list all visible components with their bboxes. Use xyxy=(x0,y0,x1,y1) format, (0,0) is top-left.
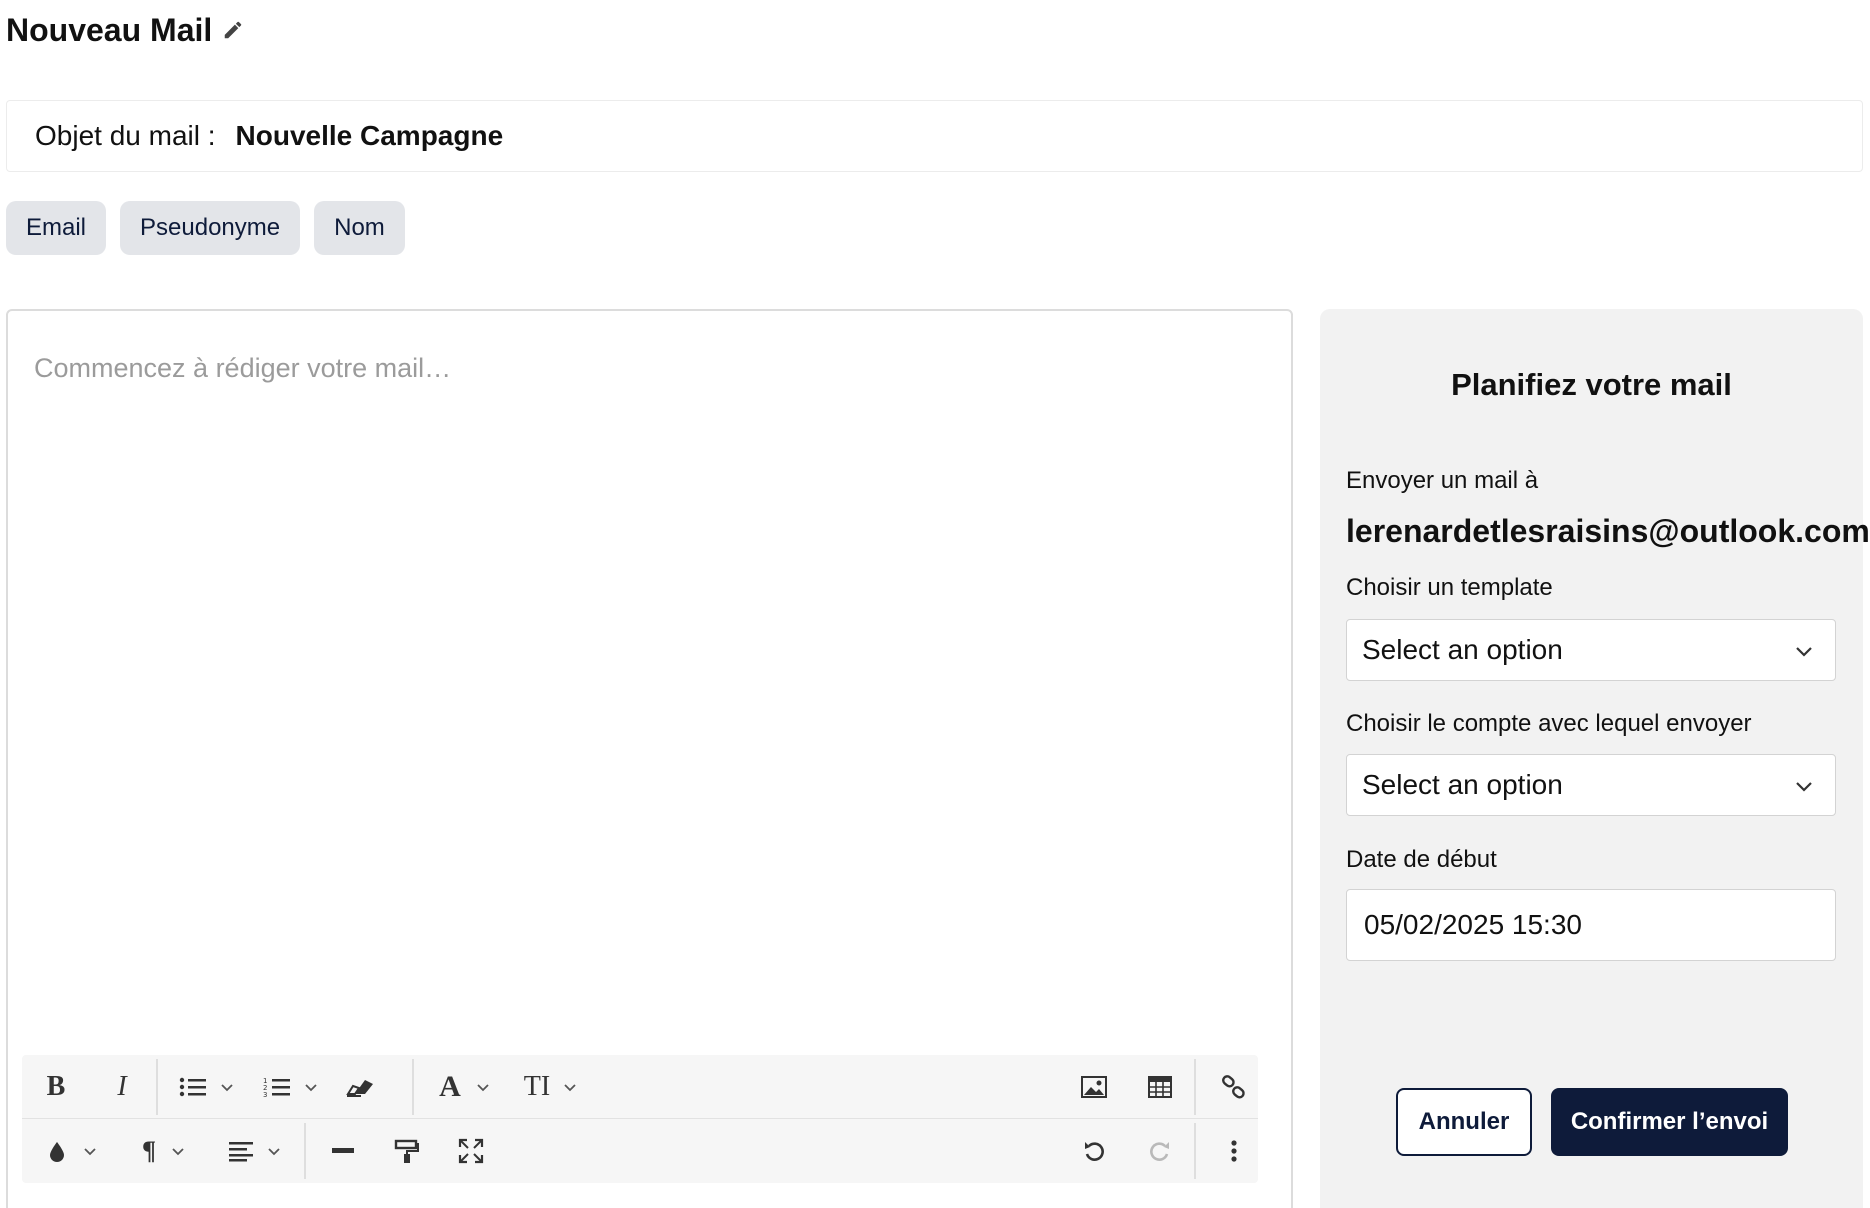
link-icon[interactable] xyxy=(1214,1067,1254,1107)
toolbar-divider xyxy=(304,1123,306,1179)
color-drop-icon[interactable] xyxy=(38,1131,108,1171)
align-icon[interactable] xyxy=(220,1131,290,1171)
chevron-down-icon xyxy=(172,1148,184,1156)
format-painter-icon[interactable] xyxy=(382,1131,432,1171)
new-mail-page: Nouveau Mail Objet du mail : Nouvelle Ca… xyxy=(0,0,1870,1208)
image-icon[interactable] xyxy=(1074,1067,1114,1107)
variable-chips: Email Pseudonyme Nom xyxy=(6,201,405,255)
pencil-icon[interactable] xyxy=(222,19,246,43)
font-icon[interactable]: A xyxy=(430,1067,500,1107)
chevron-down-icon xyxy=(477,1084,489,1092)
toolbar-row-2: ¶ xyxy=(22,1119,1258,1183)
toolbar-divider xyxy=(1194,1123,1196,1179)
bold-glyph: B xyxy=(46,1071,66,1102)
horizontal-rule-icon[interactable] xyxy=(318,1131,368,1171)
title-row: Nouveau Mail xyxy=(6,12,246,49)
start-date-input[interactable]: 05/02/2025 15:30 xyxy=(1346,889,1836,961)
date-label: Date de début xyxy=(1346,846,1497,873)
page-title: Nouveau Mail xyxy=(6,12,213,48)
more-icon[interactable] xyxy=(1214,1131,1254,1171)
template-select[interactable]: Select an option xyxy=(1346,619,1836,681)
italic-glyph: I xyxy=(117,1071,127,1102)
svg-text:3: 3 xyxy=(263,1091,267,1099)
bullet-list-icon[interactable] xyxy=(172,1067,242,1107)
table-icon[interactable] xyxy=(1140,1067,1180,1107)
account-select[interactable]: Select an option xyxy=(1346,754,1836,816)
chevron-down-icon xyxy=(564,1084,576,1092)
subject-field[interactable]: Objet du mail : Nouvelle Campagne xyxy=(6,100,1863,172)
subject-value[interactable]: Nouvelle Campagne xyxy=(236,120,504,152)
template-label: Choisir un template xyxy=(1346,574,1553,601)
recipient-email: lerenardetlesraisins@outlook.com xyxy=(1346,513,1870,549)
bold-icon[interactable]: B xyxy=(36,1067,76,1107)
chevron-down-icon xyxy=(84,1148,96,1156)
panel-title: Planifiez votre mail xyxy=(1451,367,1732,402)
editor-toolbar: B I 123 A TI ¶ xyxy=(22,1055,1258,1183)
chevron-down-icon xyxy=(1796,647,1812,657)
font-size-glyph: TI xyxy=(523,1071,551,1102)
send-to-label: Envoyer un mail à xyxy=(1346,467,1539,494)
toolbar-divider xyxy=(412,1059,414,1115)
font-size-icon[interactable]: TI xyxy=(516,1067,586,1107)
account-label: Choisir le compte avec lequel envoyer xyxy=(1346,710,1752,737)
numbered-list-icon[interactable]: 123 xyxy=(256,1067,326,1107)
paragraph-icon[interactable]: ¶ xyxy=(134,1131,194,1171)
chevron-down-icon xyxy=(268,1148,280,1156)
toolbar-divider xyxy=(1194,1059,1196,1115)
variable-chip-email[interactable]: Email xyxy=(6,201,107,255)
toolbar-row-1: B I 123 A TI xyxy=(22,1055,1258,1119)
variable-chip-nom[interactable]: Nom xyxy=(314,201,405,255)
fullscreen-icon[interactable] xyxy=(446,1131,496,1171)
italic-icon[interactable]: I xyxy=(102,1067,142,1107)
schedule-panel: Planifiez votre mail Envoyer un mail à l… xyxy=(1320,309,1870,1208)
cancel-button[interactable]: Annuler xyxy=(1396,1088,1532,1156)
account-select-value: Select an option xyxy=(1362,769,1563,800)
template-select-value: Select an option xyxy=(1362,634,1563,665)
paragraph-glyph: ¶ xyxy=(141,1136,157,1165)
font-glyph: A xyxy=(439,1070,461,1103)
toolbar-divider xyxy=(156,1059,158,1115)
chevron-down-icon xyxy=(305,1084,317,1092)
chevron-down-icon xyxy=(221,1084,233,1092)
confirm-send-button[interactable]: Confirmer l’envoi xyxy=(1551,1088,1788,1156)
variable-chip-pseudonyme[interactable]: Pseudonyme xyxy=(120,201,301,255)
chevron-down-icon xyxy=(1796,782,1812,792)
editor-placeholder: Commencez à rédiger votre mail… xyxy=(34,353,452,383)
mail-editor[interactable]: Commencez à rédiger votre mail… B I 123 xyxy=(6,309,1293,1208)
subject-label: Objet du mail : xyxy=(35,120,216,151)
eraser-icon[interactable] xyxy=(340,1067,380,1107)
undo-icon[interactable] xyxy=(1074,1131,1114,1171)
redo-icon[interactable] xyxy=(1140,1131,1180,1171)
